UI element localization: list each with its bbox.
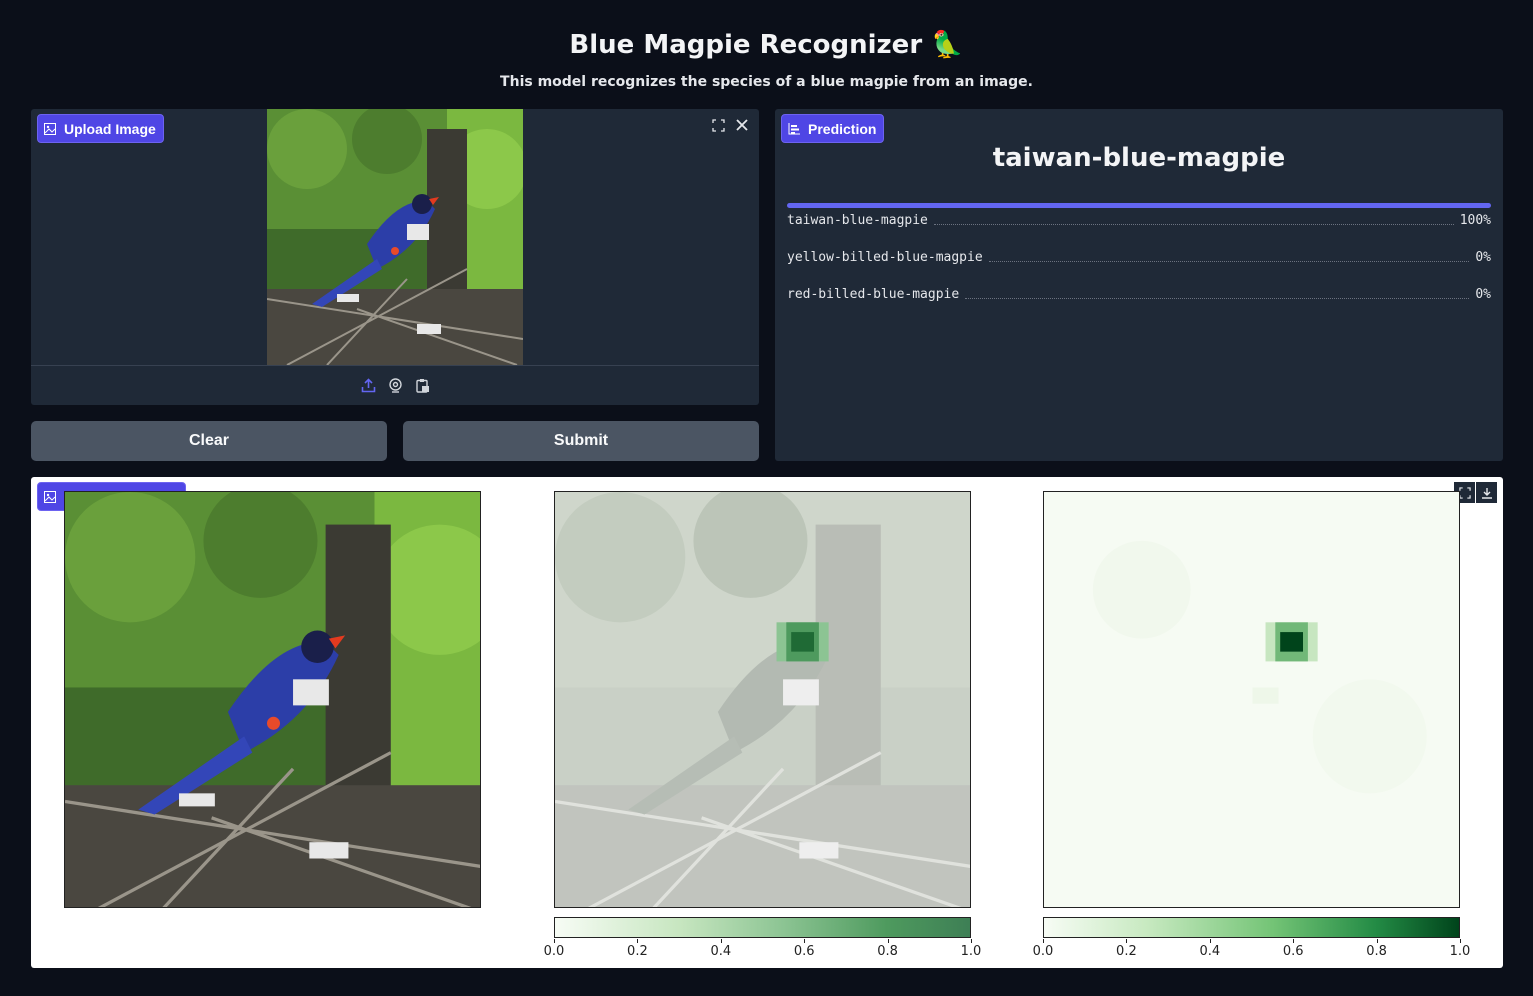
prediction-label: Prediction [781,114,885,143]
image-icon [44,490,56,503]
image-icon [44,122,56,135]
clear-button[interactable]: Clear [31,421,387,461]
page-title: Blue Magpie Recognizer 🦜 [569,30,964,60]
captum-heatmap-panel: Captum heatmap [31,477,1503,968]
colorbar-blended-tick-label: 0.4 [710,944,732,959]
colorbar-heatmap-tick-label: 0.4 [1199,944,1221,959]
confidence-value: 100% [1459,213,1491,228]
blended-heatmap-plot [554,491,971,908]
confidence-row[interactable]: red-billed-blue-magpie 0% [787,277,1491,314]
colorbar-blended-tick-label: 0.0 [543,944,565,959]
colorbar-blended-tick-mark [720,939,722,943]
colorbar-blended-tick-label: 0.8 [877,944,898,959]
colorbar-heatmap-tick-mark [1460,939,1461,943]
colorbar-heatmap-tick-label: 0.6 [1282,944,1304,959]
colorbar-heatmap-tick-mark [1126,939,1128,943]
colorbar-heatmap [1043,917,1460,938]
colorbar-blended-tick-mark [887,939,889,943]
colorbar-heatmap-tick-mark [1043,939,1044,943]
colorbar-heatmap-tick-label: 1.0 [1449,944,1471,959]
close-icon[interactable] [731,114,753,136]
confidence-value: 0% [1475,250,1491,265]
prediction-label-text: Prediction [808,120,877,137]
predicted-class: taiwan-blue-magpie [992,143,1286,173]
colorbar-blended-tick-mark [637,939,639,943]
colorbar-blended-tick-mark [554,939,555,943]
confidence-label: red-billed-blue-magpie [787,287,960,302]
colorbar-blended-tick-mark [971,939,972,943]
colorbar-heatmap-tick-label: 0.8 [1366,944,1387,959]
page-subtitle: This model recognizes the species of a b… [500,74,1033,90]
colorbar-heatmap-tick-mark [1209,939,1211,943]
attribution-heatmap-plot [1043,491,1460,908]
colorbar-heatmap-tick-label: 0.0 [1032,944,1054,959]
upload-image-label-text: Upload Image [64,120,156,137]
bar-chart-icon [788,122,800,134]
colorbar-blended-tick-label: 1.0 [960,944,982,959]
submit-button[interactable]: Submit [403,421,759,461]
clipboard-icon[interactable] [414,377,431,394]
colorbar-blended-tick-label: 0.2 [627,944,648,959]
confidence-label: yellow-billed-blue-magpie [787,250,983,265]
confidence-label: taiwan-blue-magpie [787,213,928,228]
confidence-row[interactable]: taiwan-blue-magpie 100% [787,203,1491,240]
upload-icon[interactable] [360,377,377,394]
original-image-plot [64,491,481,908]
colorbar-blended-tick-label: 0.6 [793,944,815,959]
prediction-panel: Prediction taiwan-blue-magpie taiwan-blu… [775,109,1503,461]
colorbar-heatmap-tick-label: 0.2 [1116,944,1137,959]
webcam-icon[interactable] [387,377,404,394]
confidence-row[interactable]: yellow-billed-blue-magpie 0% [787,240,1491,277]
confidence-list: taiwan-blue-magpie 100% yellow-billed-bl… [787,203,1491,314]
confidence-bar [787,203,1491,208]
download-icon[interactable] [1476,482,1497,503]
colorbar-blended-tick-mark [804,939,806,943]
fullscreen-icon[interactable] [707,114,729,136]
colorbar-blended [554,917,971,938]
uploaded-image-preview [267,109,523,365]
colorbar-heatmap-tick-mark [1376,939,1378,943]
colorbar-heatmap-tick-mark [1293,939,1295,943]
upload-image-panel[interactable]: Upload Image [31,109,759,405]
confidence-value: 0% [1475,287,1491,302]
upload-image-label: Upload Image [37,114,164,143]
